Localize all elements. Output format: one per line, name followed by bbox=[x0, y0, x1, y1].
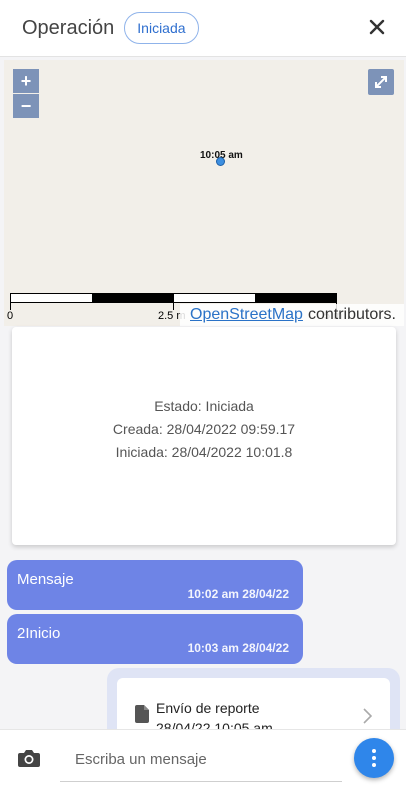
document-icon bbox=[135, 705, 149, 723]
message-bubble[interactable]: 2Inicio 10:03 am 28/04/22 bbox=[7, 614, 303, 664]
operation-details: Estado: Iniciada Creada: 28/04/2022 09:5… bbox=[12, 395, 396, 464]
map[interactable]: + − 10:05 am 0 2.5 m 5 m OpenStreetMap c… bbox=[4, 60, 404, 326]
message-bubble[interactable]: Mensaje 10:02 am 28/04/22 bbox=[7, 560, 303, 610]
more-vertical-icon bbox=[372, 749, 376, 767]
scale-tick bbox=[10, 302, 11, 310]
zoom-out-button[interactable]: − bbox=[13, 94, 39, 118]
page-title: Operación bbox=[22, 16, 115, 39]
camera-icon[interactable] bbox=[18, 749, 40, 767]
message-time: 10:02 am 28/04/22 bbox=[187, 587, 289, 601]
operation-screen: Operación Iniciada + − 10:05 am 0 2.5 m … bbox=[0, 0, 406, 789]
message-text: 2Inicio bbox=[17, 625, 61, 642]
fullscreen-icon bbox=[375, 76, 387, 88]
iniciada-text: Iniciada: 28/04/2022 10:01.8 bbox=[115, 444, 293, 460]
zoom-in-button[interactable]: + bbox=[13, 69, 39, 93]
header: Operación Iniciada bbox=[0, 0, 406, 57]
zoom-control: + − bbox=[13, 69, 39, 118]
zoom-in-icon: + bbox=[20, 70, 32, 91]
attribution-text: contributors. bbox=[307, 306, 396, 323]
map-attribution: OpenStreetMap contributors. bbox=[180, 304, 404, 326]
status-badge: Iniciada bbox=[124, 12, 199, 44]
operation-info-card: Estado: Iniciada Creada: 28/04/2022 09:5… bbox=[12, 327, 396, 545]
close-button[interactable] bbox=[366, 16, 388, 38]
message-time: 10:03 am 28/04/22 bbox=[187, 641, 289, 655]
message-input[interactable] bbox=[60, 738, 342, 782]
message-composer bbox=[0, 729, 406, 789]
report-title: Envío de reporte bbox=[156, 700, 260, 716]
estado-text: Estado: Iniciada bbox=[154, 398, 254, 414]
report-message-bubble: Envío de reporte 28/04/22 10:05 am bbox=[107, 668, 400, 738]
openstreetmap-link[interactable]: OpenStreetMap bbox=[190, 306, 303, 324]
scale-label-0: 0 bbox=[7, 310, 14, 322]
message-text: Mensaje bbox=[17, 571, 74, 588]
location-marker[interactable] bbox=[216, 157, 225, 166]
zoom-out-icon: − bbox=[20, 95, 32, 116]
creada-text: Creada: 28/04/2022 09:59.17 bbox=[112, 421, 296, 437]
chevron-right-icon bbox=[363, 708, 372, 724]
fullscreen-button[interactable] bbox=[368, 69, 394, 95]
scale-tick bbox=[173, 302, 174, 310]
close-icon bbox=[369, 19, 385, 35]
more-options-button[interactable] bbox=[354, 738, 394, 778]
